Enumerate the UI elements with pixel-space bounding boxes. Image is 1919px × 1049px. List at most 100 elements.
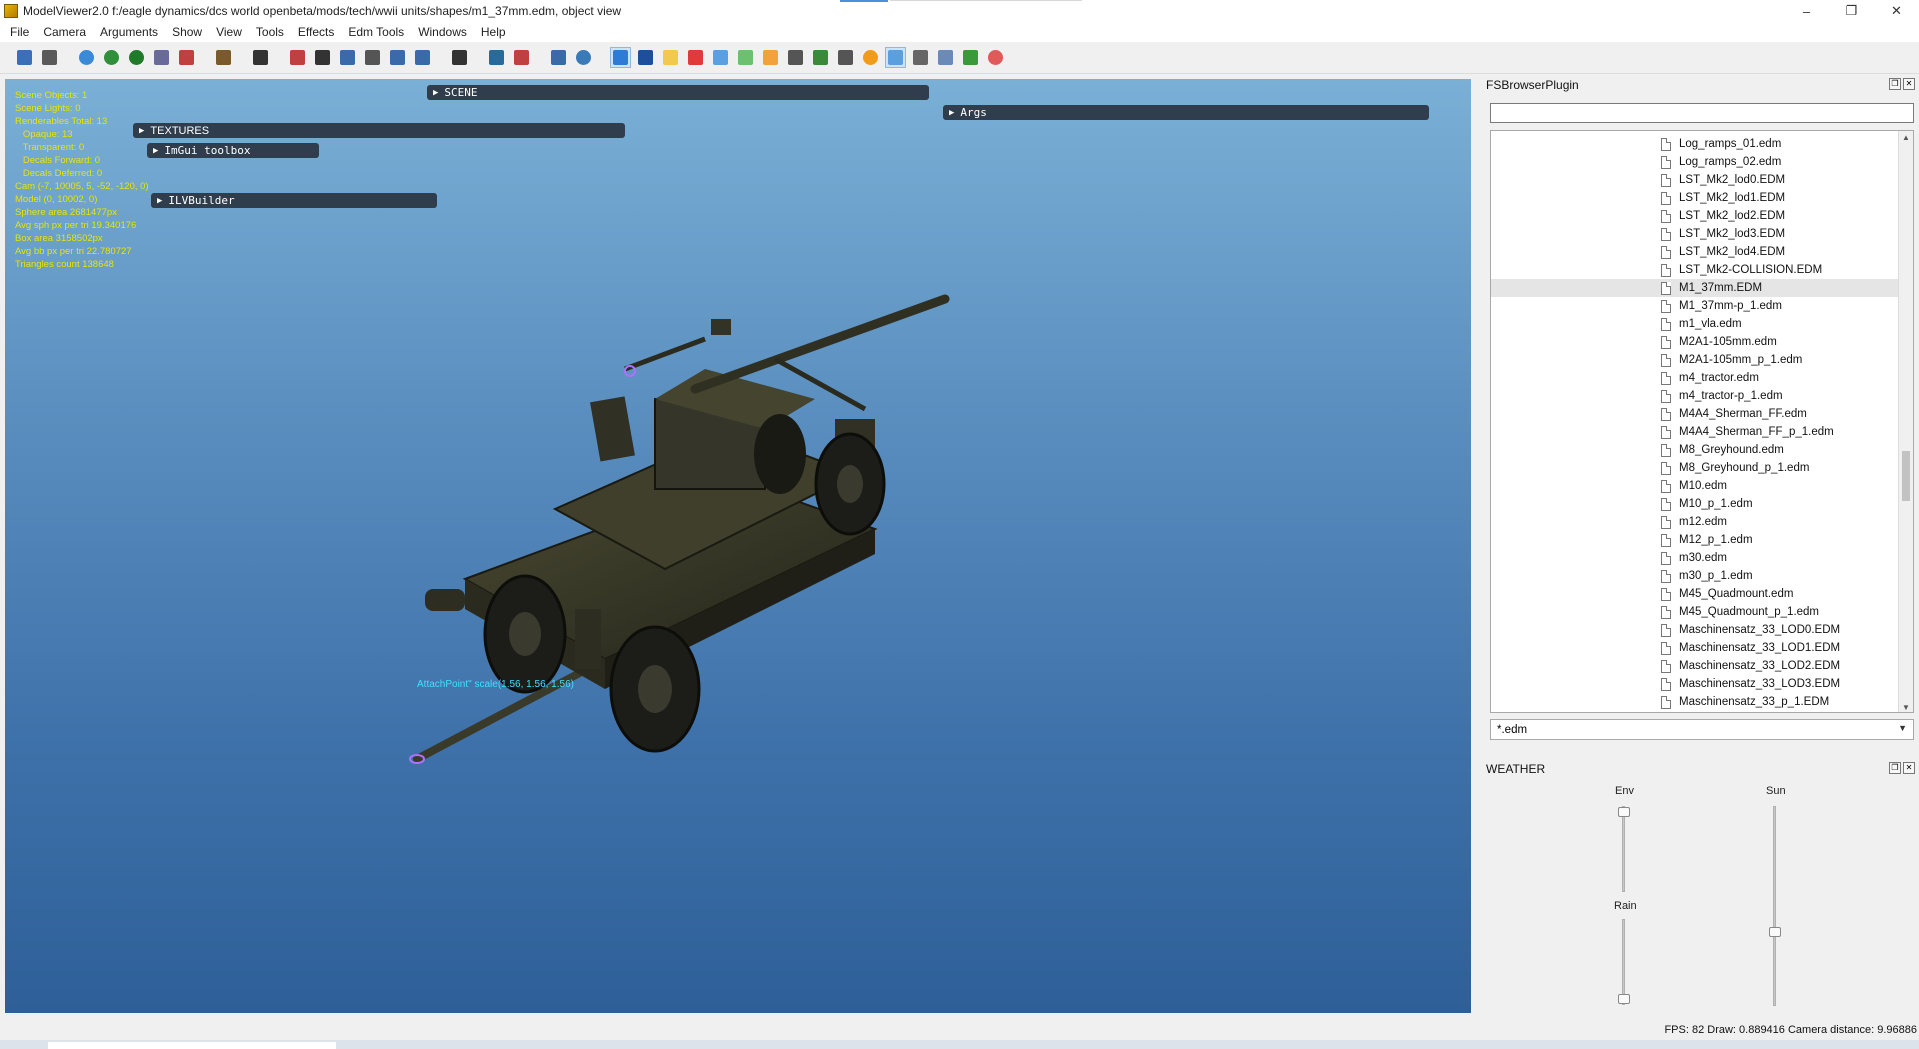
env-slider-handle[interactable]: [1618, 807, 1630, 817]
ilvbuilder-header[interactable]: ▶ ILVBuilder: [151, 193, 437, 208]
scroll-thumb[interactable]: [1902, 451, 1910, 501]
file-row[interactable]: m12.edm: [1491, 513, 1899, 531]
scroll-down-icon[interactable]: ▼: [1902, 703, 1910, 712]
save-icon[interactable]: [14, 47, 35, 68]
env-slider-track[interactable]: [1622, 806, 1625, 892]
menu-edm-tools[interactable]: Edm Tools: [348, 25, 404, 39]
file-row[interactable]: m1_vla.edm: [1491, 315, 1899, 333]
close-button[interactable]: ✕: [1874, 0, 1919, 22]
green-cube-icon[interactable]: [735, 47, 756, 68]
panel-icon[interactable]: [511, 47, 532, 68]
undo-icon[interactable]: [548, 47, 569, 68]
file-row[interactable]: Maschinensatz_33_COLLISION.EDM: [1491, 711, 1899, 712]
file-row[interactable]: M1_37mm-p_1.edm: [1491, 297, 1899, 315]
blue-cube-icon[interactable]: [710, 47, 731, 68]
file-row[interactable]: Maschinensatz_33_LOD3.EDM: [1491, 675, 1899, 693]
file-row[interactable]: LST_Mk2_lod0.EDM: [1491, 171, 1899, 189]
stop-icon[interactable]: [985, 47, 1006, 68]
file-list[interactable]: Log_ramps_01.edm Log_ramps_02.edm LST_Mk2_…: [1490, 130, 1914, 713]
file-row[interactable]: Log_ramps_01.edm: [1491, 135, 1899, 153]
taskbar-search[interactable]: [48, 1042, 336, 1049]
refresh-icon[interactable]: [101, 47, 122, 68]
file-row[interactable]: LST_Mk2_lod2.EDM: [1491, 207, 1899, 225]
table-icon[interactable]: [935, 47, 956, 68]
lamp-icon[interactable]: [362, 47, 383, 68]
scroll-up-icon[interactable]: ▲: [1902, 133, 1910, 142]
float-dock-icon[interactable]: ❐: [1889, 78, 1901, 90]
figure-icon[interactable]: [176, 47, 197, 68]
file-row[interactable]: LST_Mk2_lod3.EDM: [1491, 225, 1899, 243]
minimize-button[interactable]: –: [1784, 0, 1829, 22]
sphere-icon[interactable]: [76, 47, 97, 68]
red-cube-icon[interactable]: [685, 47, 706, 68]
sun-slider-handle[interactable]: [1769, 927, 1781, 937]
file-row[interactable]: M10.edm: [1491, 477, 1899, 495]
menu-help[interactable]: Help: [481, 25, 506, 39]
crosshair-icon[interactable]: [287, 47, 308, 68]
menu-effects[interactable]: Effects: [298, 25, 334, 39]
imgui-toolbox-header[interactable]: ▶ ImGui toolbox: [147, 143, 319, 158]
menu-camera[interactable]: Camera: [43, 25, 86, 39]
file-row[interactable]: M1_37mm.EDM: [1491, 279, 1899, 297]
menu-tools[interactable]: Tools: [256, 25, 284, 39]
file-row[interactable]: M10_p_1.edm: [1491, 495, 1899, 513]
menu-view[interactable]: View: [216, 25, 242, 39]
textures-panel-header[interactable]: ▶ TEXTURES: [133, 123, 625, 138]
file-row[interactable]: Maschinensatz_33_LOD1.EDM: [1491, 639, 1899, 657]
arrow-right-icon[interactable]: [387, 47, 408, 68]
file-row[interactable]: m30_p_1.edm: [1491, 567, 1899, 585]
graph-icon[interactable]: [760, 47, 781, 68]
glasses-icon[interactable]: [835, 47, 856, 68]
rain-slider-track[interactable]: [1622, 919, 1625, 1005]
menu-file[interactable]: File: [10, 25, 29, 39]
cube-small-icon[interactable]: [635, 47, 656, 68]
file-row[interactable]: M8_Greyhound_p_1.edm: [1491, 459, 1899, 477]
file-row[interactable]: LST_Mk2_lod4.EDM: [1491, 243, 1899, 261]
menu-show[interactable]: Show: [172, 25, 202, 39]
person-icon[interactable]: [810, 47, 831, 68]
stack-icon[interactable]: [660, 47, 681, 68]
file-row[interactable]: Log_ramps_02.edm: [1491, 153, 1899, 171]
file-row[interactable]: M4A4_Sherman_FF.edm: [1491, 405, 1899, 423]
film-icon[interactable]: [449, 47, 470, 68]
menu-arguments[interactable]: Arguments: [100, 25, 158, 39]
chart-icon[interactable]: [610, 47, 631, 68]
file-row[interactable]: M2A1-105mm.edm: [1491, 333, 1899, 351]
file-row[interactable]: m30.edm: [1491, 549, 1899, 567]
file-row[interactable]: m4_tractor-p_1.edm: [1491, 387, 1899, 405]
orange-ball-icon[interactable]: [860, 47, 881, 68]
export-icon[interactable]: [39, 47, 60, 68]
file-row[interactable]: M45_Quadmount.edm: [1491, 585, 1899, 603]
box-icon[interactable]: [213, 47, 234, 68]
funnel-icon[interactable]: [337, 47, 358, 68]
float-dock-icon[interactable]: ❐: [1889, 762, 1901, 774]
target-icon[interactable]: [573, 47, 594, 68]
grid-icon[interactable]: [312, 47, 333, 68]
file-list-scrollbar[interactable]: ▲ ▼: [1898, 131, 1913, 712]
file-row[interactable]: M45_Quadmount_p_1.edm: [1491, 603, 1899, 621]
close-dock-icon[interactable]: ✕: [1903, 78, 1915, 90]
file-row[interactable]: M12_p_1.edm: [1491, 531, 1899, 549]
path-input[interactable]: [1490, 103, 1914, 123]
camera-icon[interactable]: [250, 47, 271, 68]
viewport-3d[interactable]: Scene Objects: 1 Scene Lights: 0 Renderabl…: [5, 79, 1471, 1013]
file-filter-select[interactable]: *.edm ▼: [1490, 719, 1914, 740]
args-panel-header[interactable]: ▶ Args: [943, 105, 1429, 120]
zoom-icon[interactable]: [885, 47, 906, 68]
file-row[interactable]: Maschinensatz_33_LOD2.EDM: [1491, 657, 1899, 675]
reload-icon[interactable]: [126, 47, 147, 68]
file-row[interactable]: LST_Mk2_lod1.EDM: [1491, 189, 1899, 207]
close-dock-icon[interactable]: ✕: [1903, 762, 1915, 774]
colors-icon[interactable]: [486, 47, 507, 68]
file-row[interactable]: Maschinensatz_33_LOD0.EDM: [1491, 621, 1899, 639]
sun-slider-track[interactable]: [1773, 806, 1776, 1006]
file-row[interactable]: M2A1-105mm_p_1.edm: [1491, 351, 1899, 369]
image-icon[interactable]: [151, 47, 172, 68]
file-row[interactable]: m4_tractor.edm: [1491, 369, 1899, 387]
arrow-left-icon[interactable]: [412, 47, 433, 68]
menu-windows[interactable]: Windows: [418, 25, 467, 39]
scene-panel-header[interactable]: ▶ SCENE: [427, 85, 929, 100]
file-row[interactable]: Maschinensatz_33_p_1.EDM: [1491, 693, 1899, 711]
file-row[interactable]: M8_Greyhound.edm: [1491, 441, 1899, 459]
maximize-button[interactable]: ❐: [1829, 0, 1874, 22]
